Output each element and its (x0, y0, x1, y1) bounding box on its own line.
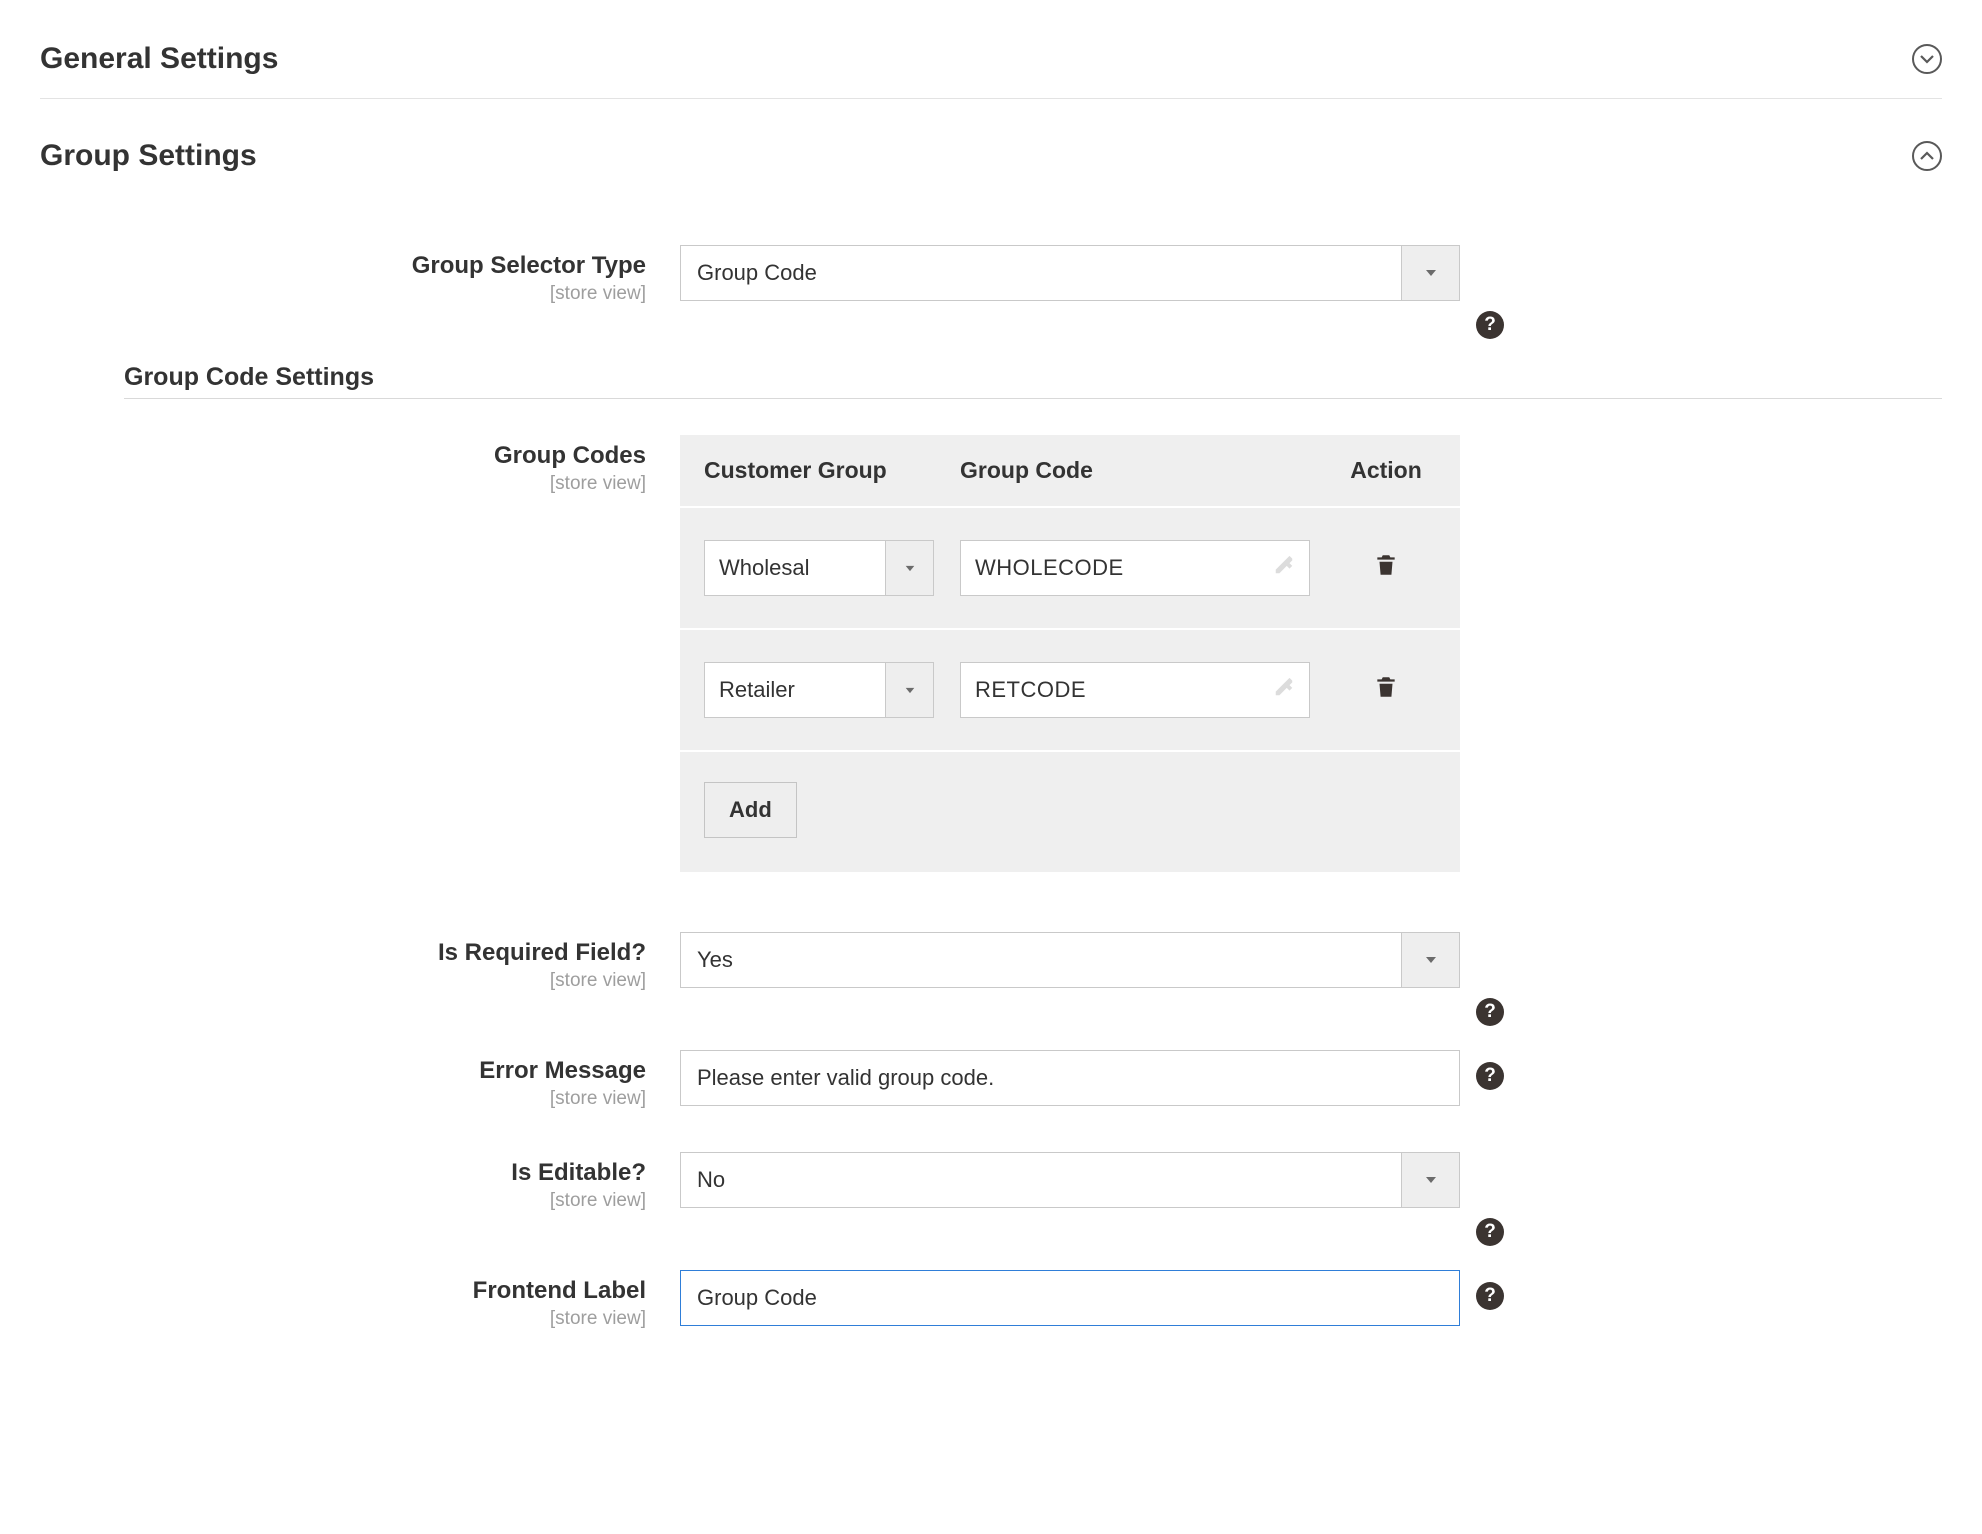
select-selector-type-value: Group Code (681, 260, 1401, 286)
help-icon[interactable]: ? (1476, 1218, 1504, 1246)
chevron-up-icon (1912, 141, 1942, 171)
label-error-message: Error Message (40, 1056, 646, 1086)
caret-down-icon (885, 541, 933, 595)
delete-button[interactable] (1373, 551, 1399, 579)
help-icon[interactable]: ? (1476, 1062, 1504, 1090)
codes-table: Customer Group Group Code Action Wholesa… (680, 435, 1460, 872)
help-icon[interactable]: ? (1476, 311, 1504, 339)
trash-icon (1373, 673, 1399, 701)
label-selector-type: Group Selector Type (40, 251, 646, 281)
select-selector-type[interactable]: Group Code (680, 245, 1460, 301)
col-header-action: Action (1336, 457, 1436, 484)
chevron-down-icon (1912, 44, 1942, 74)
scope-hint: [store view] (40, 283, 646, 305)
help-icon[interactable]: ? (1476, 1282, 1504, 1310)
label-required: Is Required Field? (40, 938, 646, 968)
caret-down-icon (1401, 246, 1459, 300)
input-error-message[interactable]: Please enter valid group code. (680, 1050, 1460, 1106)
scope-hint: [store view] (40, 970, 646, 992)
add-button[interactable]: Add (704, 782, 797, 838)
section-group[interactable]: Group Settings (40, 127, 1942, 195)
col-header-code: Group Code (960, 457, 1336, 484)
table-row: Retailer RETCODE (680, 630, 1460, 752)
row-frontend-label: Frontend Label [store view] Group Code ? (40, 1270, 1942, 1330)
caret-down-icon (1401, 933, 1459, 987)
select-customer-group[interactable]: Retailer (704, 662, 934, 718)
label-group-codes: Group Codes (40, 441, 646, 471)
section-general[interactable]: General Settings (40, 30, 1942, 99)
select-customer-group-value: Wholesal (705, 541, 885, 595)
input-group-code[interactable]: RETCODE (960, 662, 1310, 718)
row-selector-type: Group Selector Type [store view] Group C… (40, 245, 1942, 305)
label-editable: Is Editable? (40, 1158, 646, 1188)
section-group-body: Group Selector Type [store view] Group C… (40, 195, 1942, 1330)
select-customer-group[interactable]: Wholesal (704, 540, 934, 596)
col-header-group: Customer Group (704, 457, 934, 484)
codes-header-row: Customer Group Group Code Action (680, 435, 1460, 508)
subsection-title: Group Code Settings (124, 363, 374, 391)
trash-icon (1373, 551, 1399, 579)
label-frontend: Frontend Label (40, 1276, 646, 1306)
row-error-message: Error Message [store view] Please enter … (40, 1050, 1942, 1110)
section-general-title: General Settings (40, 42, 278, 76)
select-required-value: Yes (681, 947, 1401, 973)
input-frontend-label-value: Group Code (697, 1285, 817, 1311)
subsection-group-code: Group Code Settings (124, 363, 1942, 399)
section-group-title: Group Settings (40, 139, 257, 173)
caret-down-icon (1401, 1153, 1459, 1207)
scope-hint: [store view] (40, 473, 646, 495)
row-editable: Is Editable? [store view] No ? (40, 1152, 1942, 1212)
scope-hint: [store view] (40, 1308, 646, 1330)
help-icon[interactable]: ? (1476, 998, 1504, 1026)
select-editable[interactable]: No (680, 1152, 1460, 1208)
input-group-code-value: RETCODE (975, 677, 1273, 703)
input-error-message-value: Please enter valid group code. (697, 1065, 994, 1091)
table-row: Wholesal WHOLECODE (680, 508, 1460, 630)
input-group-code[interactable]: WHOLECODE (960, 540, 1310, 596)
scope-hint: [store view] (40, 1190, 646, 1212)
wrench-icon (1273, 676, 1295, 704)
input-group-code-value: WHOLECODE (975, 555, 1273, 581)
delete-button[interactable] (1373, 673, 1399, 701)
select-editable-value: No (681, 1167, 1401, 1193)
wrench-icon (1273, 554, 1295, 582)
select-customer-group-value: Retailer (705, 663, 885, 717)
caret-down-icon (885, 663, 933, 717)
row-group-codes: Group Codes [store view] Customer Group … (40, 435, 1942, 872)
row-required: Is Required Field? [store view] Yes ? (40, 932, 1942, 992)
scope-hint: [store view] (40, 1088, 646, 1110)
input-frontend-label[interactable]: Group Code (680, 1270, 1460, 1326)
select-required[interactable]: Yes (680, 932, 1460, 988)
codes-footer: Add (680, 752, 1460, 872)
